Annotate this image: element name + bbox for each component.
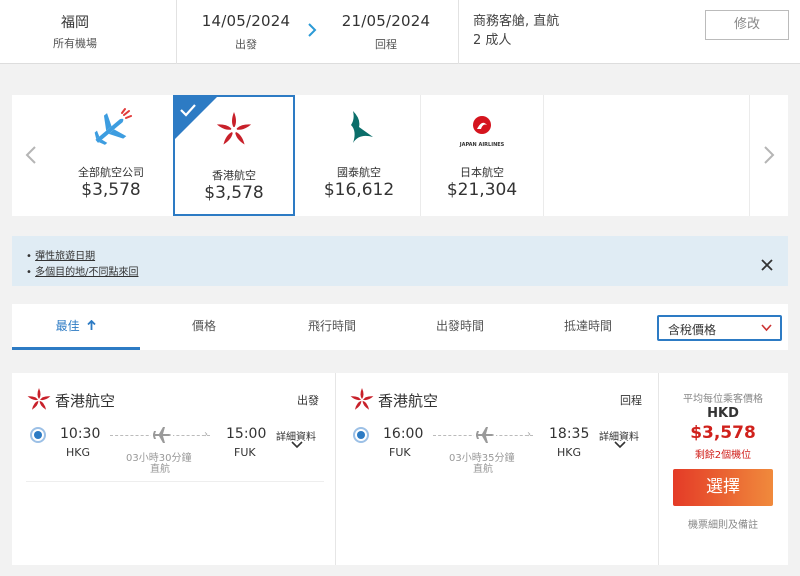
divider [458,0,459,64]
price-summary: 平均每位乘客價格 HKD $3,578 剩餘2個機位 選擇 機票細則及備註 [658,373,788,565]
return-date-summary[interactable]: 21/05/2024 回程 [330,0,442,64]
seats-left: 剩餘2個機位 [694,450,752,461]
bullet: • [26,267,32,278]
flight-radio[interactable] [30,427,46,443]
chevron-down-icon [761,320,772,335]
flight-result-card: 香港航空 出發 10:30 HKG › 15:00 FUK 03小時30分鐘 直… [12,373,788,565]
passenger-count: 2 成人 [473,33,512,48]
select-flight-button[interactable]: 選擇 [673,469,773,506]
currency: HKD [707,406,739,421]
sort-tab-departure-time[interactable]: 出發時間 [396,304,524,350]
chevron-down-icon[interactable] [614,440,626,450]
divider [26,481,324,482]
airplane-icon [474,426,496,444]
flexible-dates-link[interactable]: 彈性旅遊日期 [35,251,95,262]
search-summary-bar: 福岡 所有機場 14/05/2024 出發 21/05/2024 回程 商務客艙… [0,0,800,64]
arrival-time: 15:00 [226,426,267,442]
price-type-select[interactable]: 含稅價格 [657,315,782,341]
depart-date-summary[interactable]: 14/05/2024 出發 [190,0,302,64]
japan-airlines-logo: JAPAN AIRLINES [421,107,543,149]
divider [543,95,544,216]
airline-name: 香港航空 [55,392,116,410]
sort-tab-label: 最佳 [55,319,80,333]
edit-search-button[interactable]: 修改 [705,10,789,40]
multi-city-link[interactable]: 多個目的地/不同點來回 [35,267,138,278]
airline-name: 香港航空 [378,392,439,410]
fare-rules-link[interactable]: 機票細則及備註 [658,516,788,531]
airline-card-price: $3,578 [81,180,141,200]
stops-label: 直航 [473,464,493,475]
depart-date: 14/05/2024 [201,12,291,30]
hong-kong-airlines-logo [350,388,374,410]
return-label: 回程 [375,38,397,51]
arrival-airport: FUK [234,446,256,459]
cathay-pacific-logo [298,107,420,149]
airline-card-name: 日本航空 [460,166,504,179]
airline-card-all[interactable]: 全部航空公司 $3,578 [50,95,172,216]
carousel-prev-button[interactable] [12,95,50,216]
chevron-down-icon[interactable] [291,440,303,450]
chevron-right-icon: › [527,429,531,440]
destination-airports: 所有機場 [53,37,97,50]
carousel-next-button[interactable] [750,95,788,216]
airline-card-hong-kong-airlines[interactable]: 香港航空 $3,578 [173,95,295,216]
stops-label: 直航 [150,464,170,475]
average-price-label: 平均每位乘客價格 [683,394,763,405]
return-date: 21/05/2024 [341,12,431,30]
sort-bar: 最佳 價格 飛行時間 出發時間 抵達時間 含稅價格 [12,304,788,350]
price-type-value: 含稅價格 [668,323,717,337]
price-amount: $3,578 [690,423,756,443]
sort-tab-best[interactable]: 最佳 [12,304,140,350]
chevron-right-icon [764,146,775,164]
inbound-leg: 香港航空 回程 16:00 FUK › 18:35 HKG 03小時35分鐘 直… [335,373,658,565]
flight-radio[interactable] [353,427,369,443]
airline-card-cathay-pacific[interactable]: 國泰航空 $16,612 [298,95,420,216]
chevron-right-icon [307,22,317,42]
destination-city: 福岡 [61,15,89,31]
cabin-class: 商務客艙, 直航 [473,14,560,29]
departure-time: 16:00 [383,426,424,442]
chevron-left-icon [25,146,36,164]
jal-logo-text: JAPAN AIRLINES [459,142,505,148]
close-icon[interactable] [761,259,773,275]
airline-card-name: 國泰航空 [337,166,381,179]
airline-card-name: 香港航空 [212,169,256,182]
divider [176,0,177,64]
depart-label: 出發 [235,38,257,51]
cabin-passenger-summary[interactable]: 商務客艙, 直航 2 成人 [473,12,559,50]
airline-carousel: 全部航空公司 $3,578 香港航空 $3,578 國泰航空 $16,612 J… [12,95,788,216]
sort-tab-duration[interactable]: 飛行時間 [268,304,396,350]
arrival-airport: HKG [557,446,582,459]
chevron-right-icon: › [204,429,208,440]
airline-card-japan-airlines[interactable]: JAPAN AIRLINES 日本航空 $21,304 [421,95,543,216]
arrow-up-icon [87,319,97,330]
destination-summary[interactable]: 福岡 所有機場 [0,0,150,64]
notice-item: • 彈性旅遊日期 [26,247,95,262]
hong-kong-airlines-logo [175,109,293,151]
airplane-icon [151,426,173,444]
sort-tab-price[interactable]: 價格 [140,304,268,350]
sort-tab-arrival-time[interactable]: 抵達時間 [524,304,652,350]
direction-label: 出發 [297,394,319,407]
arrival-time: 18:35 [549,426,590,442]
airline-card-price: $21,304 [446,180,518,200]
outbound-leg: 香港航空 出發 10:30 HKG › 15:00 FUK 03小時30分鐘 直… [12,373,335,565]
airline-card-name: 全部航空公司 [78,166,144,179]
airline-card-price: $16,612 [323,180,395,200]
all-airlines-plane-icon [50,107,172,149]
hong-kong-airlines-logo [27,388,51,410]
airline-card-price: $3,578 [204,183,264,203]
departure-airport: HKG [66,446,91,459]
notice-item: • 多個目的地/不同點來回 [26,263,138,278]
direction-label: 回程 [620,394,642,407]
departure-airport: FUK [389,446,411,459]
search-options-notice: • 彈性旅遊日期 • 多個目的地/不同點來回 [12,236,788,286]
departure-time: 10:30 [60,426,101,442]
bullet: • [26,251,32,262]
